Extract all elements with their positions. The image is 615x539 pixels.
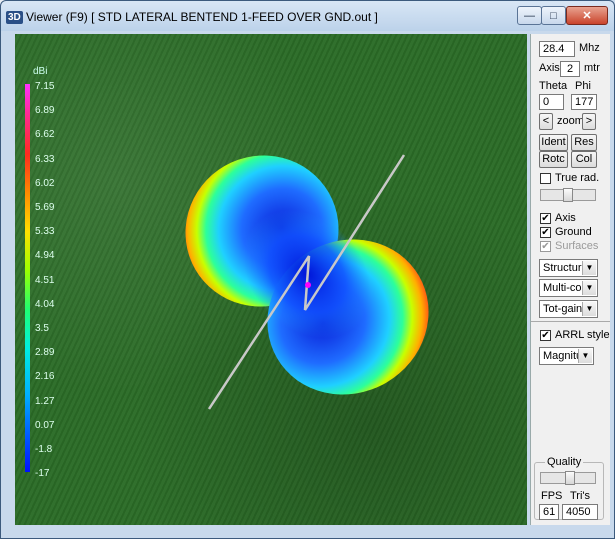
fps-label: FPS bbox=[541, 490, 563, 502]
fps-value: 61 bbox=[539, 504, 559, 520]
window-title: Viewer (F9) [ STD LATERAL BENTEND 1-FEED… bbox=[26, 10, 378, 24]
axis-label: Axis bbox=[539, 62, 560, 74]
true-rad-slider[interactable] bbox=[540, 188, 596, 202]
arrl-style-checkbox[interactable]: ✔ bbox=[540, 330, 551, 341]
legend-unit: dBi bbox=[33, 66, 48, 77]
zoom-out-button[interactable]: < bbox=[539, 113, 553, 130]
chevron-down-icon: ▼ bbox=[578, 349, 592, 363]
phi-input[interactable]: 177 bbox=[571, 94, 597, 110]
legend-tick-label: 1.27 bbox=[35, 395, 55, 407]
maximize-icon: □ bbox=[550, 9, 557, 22]
structure-dropdown[interactable]: Structure ▼ bbox=[539, 259, 598, 277]
title-bar[interactable]: 3D Viewer (F9) [ STD LATERAL BENTEND 1-F… bbox=[1, 1, 614, 33]
gain-type-dropdown[interactable]: Tot-gain ▼ bbox=[539, 300, 598, 318]
axis-unit-label: mtr bbox=[584, 62, 600, 74]
panel-divider bbox=[531, 321, 610, 322]
magnitude-dropdown[interactable]: Magnitud ▼ bbox=[539, 347, 594, 365]
structure-dropdown-value: Structure bbox=[543, 262, 588, 274]
legend-tick-label: 4.04 bbox=[35, 298, 55, 310]
minimize-icon: — bbox=[524, 9, 535, 22]
legend-tick-label: 2.16 bbox=[35, 371, 55, 383]
rotc-button[interactable]: Rotc bbox=[539, 151, 568, 168]
legend-tick-label: 2.89 bbox=[35, 347, 55, 359]
quality-label: Quality bbox=[545, 456, 584, 468]
col-button[interactable]: Col bbox=[571, 151, 597, 168]
feed-point-marker bbox=[305, 282, 311, 288]
true-rad-slider-thumb[interactable] bbox=[563, 188, 573, 202]
tris-label: Tri's bbox=[570, 490, 591, 502]
legend-color-bar bbox=[25, 84, 30, 472]
surfaces-checkbox: ✔ bbox=[540, 241, 551, 252]
radiation-pattern-canvas[interactable] bbox=[15, 34, 527, 525]
theta-label: Theta bbox=[539, 80, 568, 92]
legend-tick-label: 0.07 bbox=[35, 419, 55, 431]
ground-checkbox-label: Ground bbox=[555, 226, 592, 238]
axis-checkbox[interactable]: ✔ bbox=[540, 213, 551, 224]
color-mode-dropdown[interactable]: Multi-colo ▼ bbox=[539, 279, 598, 297]
control-panel: 28.4 Mhz Axis 2 mtr Theta Phi 0 177 < zo… bbox=[530, 34, 610, 525]
zoom-in-button[interactable]: > bbox=[582, 113, 596, 130]
frequency-unit-label: Mhz bbox=[579, 42, 600, 54]
legend-tick-label: 6.33 bbox=[35, 153, 55, 165]
close-icon: ✕ bbox=[582, 10, 592, 22]
legend-tick-label: 5.69 bbox=[35, 202, 55, 213]
legend-tick-label: 6.62 bbox=[35, 129, 55, 141]
legend-tick-label: 3.5 bbox=[35, 323, 49, 334]
axis-checkbox-label: Axis bbox=[555, 212, 576, 224]
ground-checkbox[interactable]: ✔ bbox=[540, 227, 551, 238]
legend-tick-label: 5.33 bbox=[35, 226, 55, 238]
true-rad-label: True rad. bbox=[555, 172, 600, 184]
close-button[interactable]: ✕ bbox=[566, 6, 608, 25]
legend-tick-label: 6.89 bbox=[35, 105, 55, 117]
quality-slider[interactable] bbox=[540, 471, 596, 485]
quality-slider-thumb[interactable] bbox=[565, 471, 575, 485]
3d-viewport[interactable]: dBi 7.15 6.89 6.62 6.33 6.02 5.69 5.33 4.94 4.51… bbox=[15, 34, 527, 525]
axis-length-input[interactable]: 2 bbox=[560, 61, 580, 77]
legend-tick-label: 7.15 bbox=[35, 81, 55, 92]
zoom-label: zoom bbox=[557, 115, 584, 127]
minimize-button[interactable]: — bbox=[517, 6, 542, 25]
arrl-style-label: ARRL style bbox=[555, 329, 610, 341]
chevron-down-icon: ▼ bbox=[582, 281, 596, 295]
chevron-down-icon: ▼ bbox=[582, 261, 596, 275]
surfaces-checkbox-label: Surfaces bbox=[555, 240, 599, 252]
phi-label: Phi bbox=[575, 80, 591, 92]
legend-tick-label: -1.8 bbox=[35, 444, 53, 455]
legend-tick-label: 4.51 bbox=[35, 274, 55, 286]
app-3d-icon: 3D bbox=[6, 11, 23, 24]
chevron-down-icon: ▼ bbox=[582, 302, 596, 316]
res-button[interactable]: Res bbox=[571, 134, 597, 151]
viewer-window: 3D Viewer (F9) [ STD LATERAL BENTEND 1-F… bbox=[0, 0, 615, 539]
legend-tick-label: 4.94 bbox=[35, 250, 55, 262]
true-rad-checkbox[interactable] bbox=[540, 173, 551, 184]
theta-input[interactable]: 0 bbox=[539, 94, 564, 110]
tris-value: 4050 bbox=[562, 504, 598, 520]
maximize-button[interactable]: □ bbox=[541, 6, 566, 25]
frequency-input[interactable]: 28.4 bbox=[539, 41, 575, 57]
gain-type-dropdown-value: Tot-gain bbox=[543, 303, 583, 315]
legend-tick-label: 6.02 bbox=[35, 177, 55, 189]
ident-button[interactable]: Ident bbox=[539, 134, 568, 151]
legend-tick-label: -17 bbox=[35, 468, 50, 480]
